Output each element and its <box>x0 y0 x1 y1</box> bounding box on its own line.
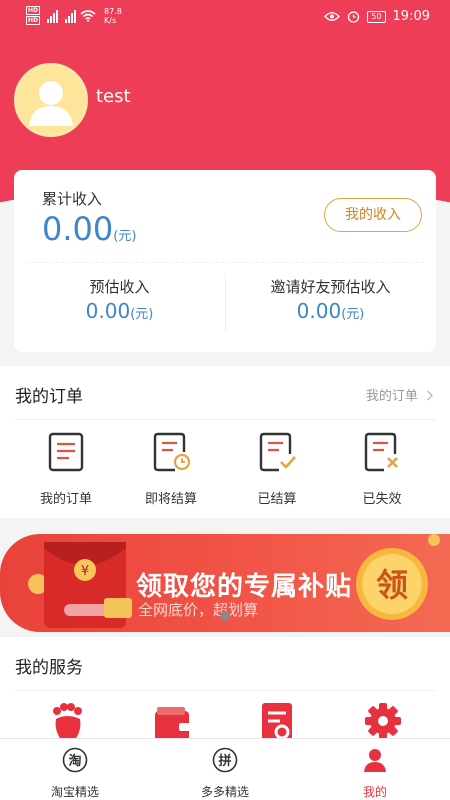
user-silhouette-icon <box>29 81 73 126</box>
order-list-icon <box>48 432 84 472</box>
username: test <box>96 86 131 107</box>
alarm-icon <box>348 11 360 23</box>
hd-indicator: HD HD <box>26 6 41 25</box>
orders-title: 我的订单 <box>15 387 83 407</box>
svg-text:拼: 拼 <box>218 753 231 769</box>
tab-taobao[interactable]: 淘 淘宝精选 <box>0 747 150 800</box>
order-settled-icon <box>259 432 296 472</box>
chevron-right-icon <box>427 390 433 401</box>
banner-title: 领取您的专属补贴 <box>136 572 353 602</box>
carousel-indicator[interactable] <box>220 611 230 621</box>
pinduoduo-icon: 拼 <box>212 747 238 773</box>
total-income-value: 0.00(元) <box>42 210 137 248</box>
tab-bar: 淘 淘宝精选 拼 多多精选 我的 <box>0 738 450 800</box>
order-item-pending[interactable]: 即将结算 <box>118 432 224 507</box>
user-icon <box>364 749 386 772</box>
tab-pinduoduo[interactable]: 拼 多多精选 <box>150 747 300 800</box>
order-invalid-icon <box>364 432 398 472</box>
coin-badge-icon: 领 <box>356 534 440 620</box>
status-time: 19:09 <box>392 9 430 24</box>
orders-more-link[interactable]: 我的订单 <box>366 385 434 404</box>
order-pending-icon <box>153 432 191 472</box>
services-title: 我的服务 <box>15 658 83 678</box>
svg-text:领: 领 <box>376 566 408 604</box>
card-divider <box>26 262 424 263</box>
services-section: 我的服务 <box>0 637 450 747</box>
gear-icon[interactable] <box>353 701 413 741</box>
svg-text:¥: ¥ <box>81 564 89 579</box>
document-search-icon[interactable] <box>248 701 308 741</box>
tab-mine[interactable]: 我的 <box>300 747 450 800</box>
network-speed: 87.8 K/s <box>104 6 122 25</box>
eye-icon <box>324 12 341 21</box>
svg-text:淘: 淘 <box>68 753 81 769</box>
red-envelope-icon: ¥ <box>28 542 132 628</box>
income-card: 累计收入 0.00(元) 我的收入 预估收入 0.00(元) 邀请好友预估收入 … <box>14 170 436 352</box>
banner-subtitle: 全网底价，超划算 <box>138 601 259 619</box>
footprint-icon[interactable] <box>38 701 98 741</box>
order-item-all[interactable]: 我的订单 <box>13 432 119 507</box>
total-income-label: 累计收入 <box>42 190 103 208</box>
wifi-icon <box>80 10 96 22</box>
signal-icon-2 <box>65 9 77 23</box>
estimated-income[interactable]: 预估收入 0.00(元) <box>14 276 225 323</box>
order-item-settled[interactable]: 已结算 <box>224 432 330 507</box>
wallet-icon[interactable] <box>143 701 203 741</box>
order-item-invalid[interactable]: 已失效 <box>329 432 435 507</box>
battery-icon: 50 <box>367 10 386 23</box>
signal-icon <box>47 9 59 23</box>
taobao-icon: 淘 <box>62 747 88 773</box>
avatar[interactable] <box>14 63 88 137</box>
invite-estimated-income[interactable]: 邀请好友预估收入 0.00(元) <box>225 276 436 323</box>
status-bar: HD HD 87.8 K/s 50 19:09 <box>0 0 450 36</box>
my-income-button[interactable]: 我的收入 <box>324 198 422 232</box>
orders-section: 我的订单 我的订单 我的订单 即将结算 已结算 已失效 <box>0 366 450 518</box>
